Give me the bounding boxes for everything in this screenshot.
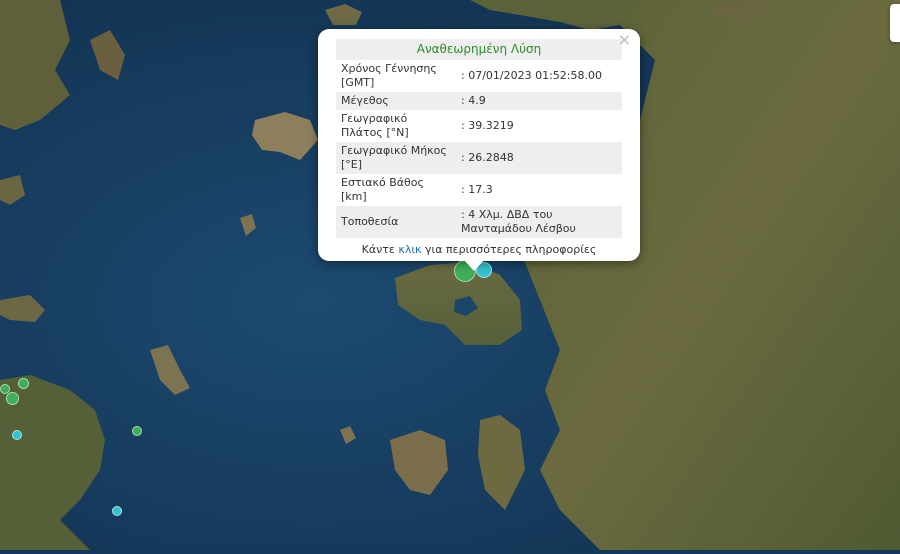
detail-row-depth: Εστιακό Βάθος [km] : 17.3: [336, 174, 622, 206]
detail-row-origin-time: Χρόνος Γέννησης [GMT] : 07/01/2023 01:52…: [336, 60, 622, 92]
popup-footer: Κάντε κλικ για περισσότερες πληροφορίες: [336, 243, 622, 256]
detail-row-magnitude: Μέγεθος : 4.9: [336, 92, 622, 110]
detail-label: Μέγεθος: [336, 92, 456, 110]
close-icon[interactable]: ×: [618, 31, 631, 49]
earthquake-marker[interactable]: [0, 384, 10, 394]
detail-value: : 07/01/2023 01:52:58.00: [461, 69, 602, 82]
detail-label: Τοποθεσία: [336, 206, 456, 238]
detail-value: : 39.3219: [461, 119, 514, 132]
detail-row-location: Τοποθεσία : 4 Χλμ. ΔΒΔ του Μανταμάδου Λέ…: [336, 206, 622, 238]
detail-row-latitude: Γεωγραφικό Πλάτος [°N] : 39.3219: [336, 110, 622, 142]
earthquake-marker[interactable]: [112, 506, 122, 516]
footer-text-after: για περισσότερες πληροφορίες: [421, 243, 597, 256]
more-info-link[interactable]: κλικ: [398, 243, 421, 256]
earthquake-marker[interactable]: [18, 378, 29, 389]
earthquake-marker[interactable]: [132, 426, 142, 436]
earthquake-details-table: Χρόνος Γέννησης [GMT] : 07/01/2023 01:52…: [336, 60, 622, 238]
popup-pointer: [464, 260, 484, 271]
earthquake-marker[interactable]: [12, 430, 22, 440]
detail-value: : 4.9: [456, 92, 622, 110]
detail-value: : 17.3: [461, 183, 493, 196]
detail-value: : 4 Χλμ. ΔΒΔ του Μανταμάδου Λέσβου: [456, 206, 622, 238]
detail-label: Γεωγραφικό Μήκος [°E]: [336, 142, 456, 174]
detail-label: Γεωγραφικό Πλάτος [°N]: [341, 112, 409, 139]
detail-label: Χρόνος Γέννησης [GMT]: [341, 62, 437, 89]
detail-label: Εστιακό Βάθος [km]: [341, 176, 424, 203]
map-control-button[interactable]: [890, 4, 900, 42]
footer-text-before: Κάντε: [361, 243, 399, 256]
earthquake-marker[interactable]: [6, 392, 19, 405]
detail-row-longitude: Γεωγραφικό Μήκος [°E] : 26.2848: [336, 142, 622, 174]
earthquake-info-popup: × Αναθεωρημένη Λύση Χρόνος Γέννησης [GMT…: [318, 29, 640, 261]
popup-title: Αναθεωρημένη Λύση: [336, 39, 622, 60]
detail-value: : 26.2848: [456, 142, 622, 174]
